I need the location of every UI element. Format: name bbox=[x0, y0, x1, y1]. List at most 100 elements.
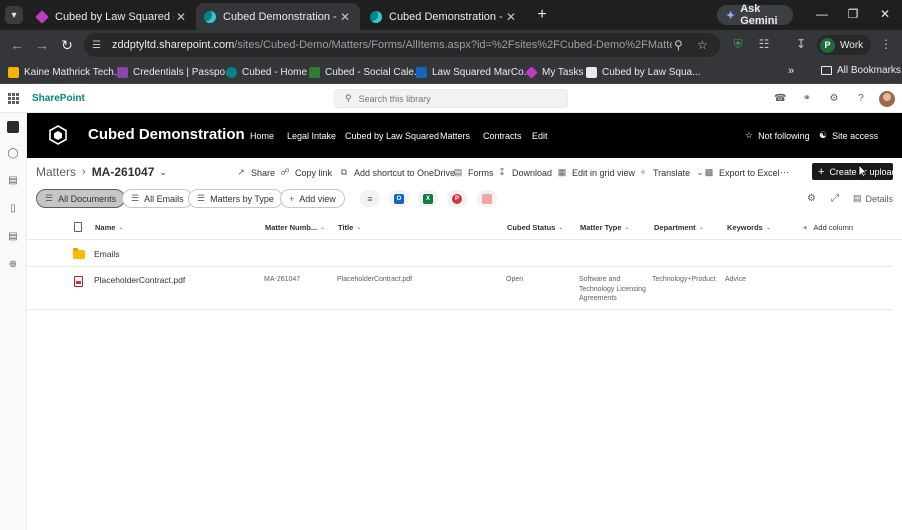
minimize-icon[interactable]: — bbox=[814, 7, 830, 21]
help-icon[interactable]: ? bbox=[855, 93, 867, 104]
export-excel-button[interactable]: ▩ Export to Excel bbox=[704, 167, 780, 178]
search-input[interactable] bbox=[358, 93, 559, 104]
bookmarks-overflow-button[interactable]: » bbox=[788, 65, 794, 77]
expand-icon[interactable]: ⤢ bbox=[831, 193, 839, 204]
restore-icon[interactable]: ❐ bbox=[845, 7, 861, 21]
column-header-matter-type[interactable]: Matter Type ⌄ bbox=[580, 223, 630, 232]
news-icon[interactable]: ▤ bbox=[7, 175, 19, 187]
file-type-icon[interactable] bbox=[74, 222, 82, 232]
share-button[interactable]: ↗ Share bbox=[236, 167, 275, 178]
forward-icon[interactable]: → bbox=[33, 36, 51, 54]
chevron-down-icon: ⌄ bbox=[320, 225, 326, 231]
site-title[interactable]: Cubed Demonstration bbox=[88, 126, 245, 143]
column-header-keywords[interactable]: Keywords ⌄ bbox=[727, 223, 771, 232]
extensions-icon[interactable]: ☷ bbox=[756, 37, 772, 51]
url-text[interactable]: zddptyltd.sharepoint.com/sites/Cubed-Dem… bbox=[112, 39, 672, 51]
shield-extension-icon[interactable]: ⛨ bbox=[730, 37, 746, 52]
back-icon[interactable]: ← bbox=[8, 36, 26, 54]
site-nav-home[interactable]: Home bbox=[250, 131, 274, 141]
new-tab-button[interactable]: + bbox=[533, 6, 551, 24]
quick-filter-pdf[interactable]: P bbox=[447, 190, 467, 207]
sharepoint-brand-link[interactable]: SharePoint bbox=[32, 93, 85, 104]
add-shortcut-button[interactable]: ⧉ Add shortcut to OneDrive bbox=[339, 167, 455, 178]
column-header-matter-number[interactable]: Matter Numb... ⌄ bbox=[265, 223, 325, 232]
list-row-folder[interactable]: Emails bbox=[27, 240, 893, 267]
ask-gemini-button[interactable]: ✦ Ask Gemini bbox=[717, 3, 793, 27]
tab-search-icon[interactable]: ▾ bbox=[5, 6, 23, 24]
breadcrumb-root[interactable]: Matters bbox=[36, 165, 76, 179]
chevron-down-icon: ⌄ bbox=[356, 225, 362, 231]
site-nav-contracts[interactable]: Contracts bbox=[483, 131, 522, 141]
copy-link-button[interactable]: ☍ Copy link bbox=[280, 167, 332, 178]
edit-grid-view-button[interactable]: ▦ Edit in grid view bbox=[557, 167, 635, 178]
more-commands-button[interactable]: ··· bbox=[780, 167, 789, 177]
follow-button[interactable]: ☆ Not following bbox=[745, 130, 810, 141]
filter-toggle-button[interactable]: ≡ bbox=[360, 190, 380, 207]
site-info-icon[interactable]: ☰ bbox=[92, 40, 104, 51]
browser-tab-1[interactable]: Cubed by Law Squared - Power ✕ bbox=[28, 3, 196, 30]
list-row-document[interactable]: PlaceholderContract.pdf MA-261047 Placeh… bbox=[27, 267, 893, 310]
home-icon[interactable] bbox=[7, 121, 19, 133]
browser-tab-2[interactable]: Cubed Demonstration - Matter ✕ bbox=[196, 3, 360, 30]
bookmark-item[interactable]: Kaine Mathrick Tech... bbox=[8, 65, 122, 79]
bookmark-item[interactable]: Cubed - Social Cale... bbox=[309, 65, 422, 79]
cubed-logo-icon[interactable] bbox=[48, 125, 68, 145]
more-menu-icon[interactable]: ⋮ bbox=[878, 37, 894, 51]
command-bar: Matters › MA-261047 ⌄ ↗ Share ☍ Copy lin… bbox=[27, 158, 902, 186]
details-pane-button[interactable]: ▤ Details bbox=[853, 193, 893, 204]
create-icon[interactable]: ⊕ bbox=[7, 259, 19, 271]
view-options-icon[interactable]: ⚙ bbox=[807, 193, 816, 204]
column-header-title[interactable]: Title ⌄ bbox=[338, 223, 361, 232]
address-bar[interactable]: ☰ zddptyltd.sharepoint.com/sites/Cubed-D… bbox=[84, 33, 720, 57]
quick-filter-other[interactable] bbox=[477, 190, 497, 207]
chevron-down-icon[interactable]: ⌄ bbox=[159, 167, 167, 178]
create-or-upload-button[interactable]: + Create or upload bbox=[812, 163, 893, 180]
megaphone-icon[interactable]: ☎ bbox=[774, 93, 786, 104]
share-network-icon[interactable]: ⚭ bbox=[801, 93, 813, 104]
bookmark-item[interactable]: My Tasks bbox=[525, 65, 584, 79]
item-name[interactable]: Emails bbox=[94, 249, 120, 259]
close-icon[interactable]: ✕ bbox=[504, 10, 518, 24]
item-name[interactable]: PlaceholderContract.pdf bbox=[94, 275, 185, 285]
close-icon[interactable]: ✕ bbox=[174, 10, 188, 24]
profile-button[interactable]: P Work bbox=[817, 35, 871, 55]
add-view-button[interactable]: + Add view bbox=[280, 189, 345, 208]
column-header-cubed-status[interactable]: Cubed Status ⌄ bbox=[507, 223, 563, 232]
column-header-name[interactable]: Name ⌄ bbox=[95, 223, 123, 232]
site-access-button[interactable]: ☯ Site access bbox=[819, 130, 878, 141]
bookmark-item[interactable]: Credentials | Passpo... bbox=[117, 65, 233, 79]
translate-button[interactable]: ⚬ Translate ⌄ bbox=[638, 167, 705, 178]
quick-filter-excel[interactable]: X bbox=[418, 190, 438, 207]
reload-icon[interactable]: ↻ bbox=[58, 36, 76, 54]
site-nav-edit[interactable]: Edit bbox=[532, 131, 548, 141]
browser-tab-3[interactable]: Cubed Demonstration - Matter ✕ bbox=[362, 3, 526, 30]
search-box[interactable]: ⚲ bbox=[334, 89, 568, 108]
column-header-department[interactable]: Department ⌄ bbox=[654, 223, 704, 232]
view-all-emails[interactable]: ☰ All Emails bbox=[122, 189, 193, 208]
site-nav-legal-intake[interactable]: Legal Intake bbox=[287, 131, 336, 141]
close-window-icon[interactable]: ✕ bbox=[877, 7, 893, 21]
site-nav-cubed-by-law-squared[interactable]: Cubed by Law Squared bbox=[345, 131, 439, 141]
download-button[interactable]: ↧ Download bbox=[497, 167, 552, 178]
view-matters-by-type[interactable]: ☰ Matters by Type bbox=[188, 189, 283, 208]
quick-filter-outlook[interactable]: O bbox=[389, 190, 409, 207]
user-avatar[interactable] bbox=[879, 91, 895, 107]
app-launcher-icon[interactable] bbox=[8, 93, 19, 104]
breadcrumb-current[interactable]: MA-261047 bbox=[92, 165, 155, 179]
lists-icon[interactable]: ▤ bbox=[7, 231, 19, 243]
bookmark-item[interactable]: Law Squared MarCo... bbox=[416, 65, 532, 79]
zoom-icon[interactable]: ⚲ bbox=[674, 38, 683, 52]
settings-gear-icon[interactable]: ⚙ bbox=[828, 93, 840, 104]
view-all-documents[interactable]: ☰ All Documents bbox=[36, 189, 126, 208]
forms-button[interactable]: ▤ Forms bbox=[453, 167, 494, 178]
bookmark-star-icon[interactable]: ☆ bbox=[697, 38, 708, 52]
close-icon[interactable]: ✕ bbox=[338, 10, 352, 24]
bookmark-item[interactable]: Cubed by Law Squa... bbox=[586, 65, 700, 79]
site-nav-matters[interactable]: Matters bbox=[440, 131, 470, 141]
bookmark-item[interactable]: Cubed - Home bbox=[226, 65, 307, 79]
add-column-button[interactable]: + Add column bbox=[803, 223, 853, 232]
globe-icon[interactable]: ◯ bbox=[7, 148, 19, 160]
download-icon[interactable]: ↧ bbox=[793, 37, 809, 51]
all-bookmarks-button[interactable]: All Bookmarks bbox=[821, 65, 901, 76]
document-icon[interactable]: ▯ bbox=[7, 203, 19, 215]
